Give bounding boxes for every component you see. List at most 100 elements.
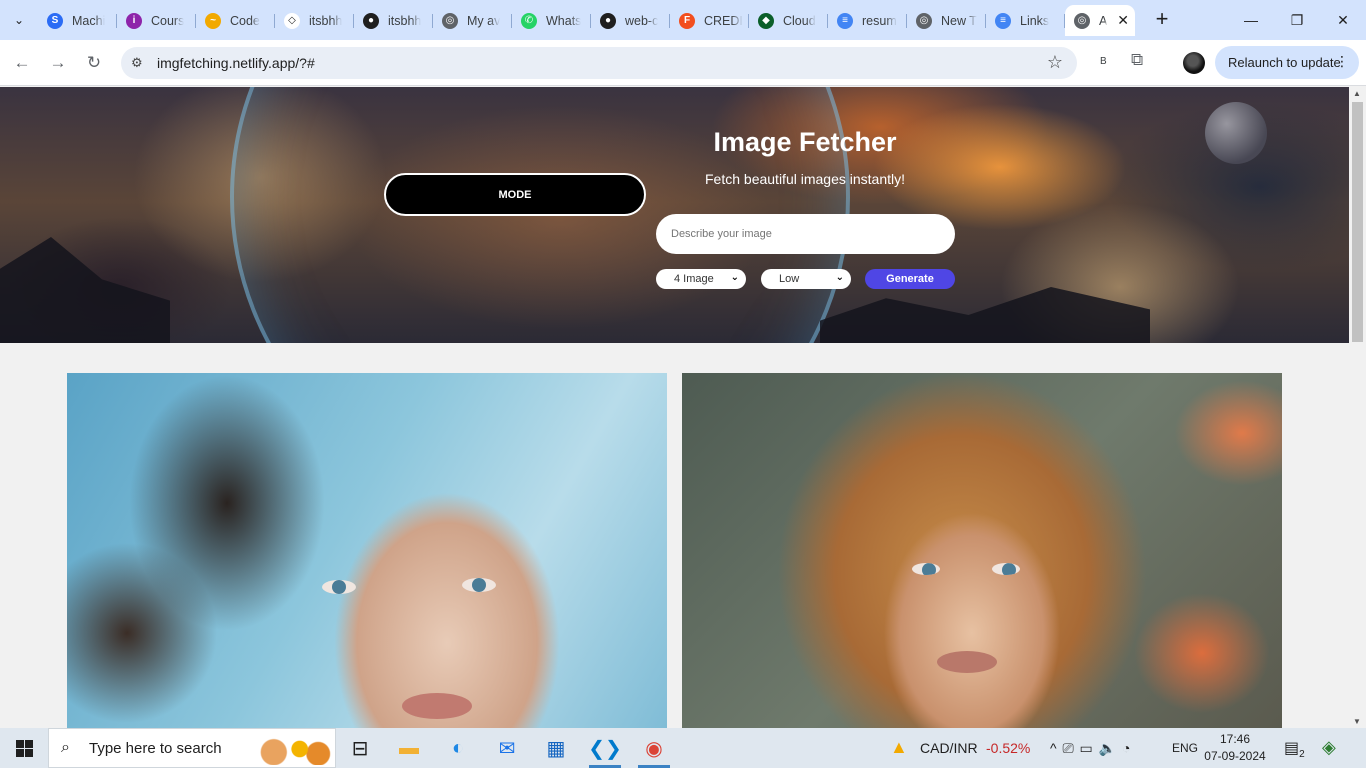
notifications-icon[interactable]: ▤2 [1284, 738, 1305, 760]
tab-search-icon[interactable]: ⌄ [6, 7, 32, 33]
ticker-value[interactable]: -0.52% [986, 740, 1030, 756]
forward-icon[interactable]: → [46, 51, 70, 75]
search-highlight-icon [259, 733, 333, 765]
vscode-icon[interactable]: ❮❯ [581, 728, 629, 768]
tab-strip: ⌄ S Machi i Cours ~ Code ◇ itsbhh ● itsbhh ◎ My av ✆… [0, 0, 1366, 40]
image-count-select[interactable]: 4 Image ⌄ [656, 269, 746, 289]
tab-title: CREDI [704, 13, 743, 28]
browser-tab-active[interactable]: ◎ A ✕ [1065, 5, 1135, 36]
mode-button[interactable]: MODE [384, 173, 646, 216]
browser-tab[interactable]: ● itsbhh [354, 5, 433, 36]
hero-banner: Image Fetcher Fetch beautiful images ins… [0, 87, 1349, 343]
prompt-input[interactable] [656, 214, 955, 254]
close-window-button[interactable]: ✕ [1320, 0, 1366, 40]
site-info-icon[interactable]: ⚙ [131, 55, 143, 71]
file-explorer-icon[interactable]: ▬ [385, 728, 433, 768]
clock[interactable]: 17:46 07-09-2024 [1200, 731, 1270, 765]
relaunch-button[interactable]: Relaunch to update ⋮ [1215, 46, 1359, 79]
address-bar[interactable]: ⚙ imgfetching.netlify.app/?# ☆ [121, 47, 1077, 79]
copilot-icon[interactable]: ◈ [1322, 737, 1336, 758]
page-subtitle: Fetch beautiful images instantly! [705, 171, 905, 187]
browser-tab[interactable]: S Machi [38, 5, 117, 36]
whatsapp-icon: ✆ [521, 12, 537, 29]
scroll-up-icon[interactable]: ▲ [1353, 89, 1361, 98]
browser-tab[interactable]: ● web-c [591, 5, 670, 36]
reload-icon[interactable]: ↻ [82, 51, 106, 75]
browser-tab[interactable]: ≡ resum [828, 5, 907, 36]
relaunch-label: Relaunch to update [1228, 55, 1341, 70]
tab-title: resum [862, 13, 897, 28]
github-icon: ● [363, 12, 379, 29]
edge-icon[interactable]: ◐ [434, 728, 482, 768]
menu-icon[interactable]: ⋮ [1335, 53, 1349, 70]
mongodb-icon: ◆ [758, 12, 774, 29]
browser-toolbar: ← → ↻ ⚙ imgfetching.netlify.app/?# ☆ B ⧉… [0, 40, 1366, 86]
docs-icon: ≡ [995, 12, 1011, 29]
tab-title: itsbhh [309, 13, 343, 28]
extensions-icon[interactable]: ⧉ [1131, 50, 1143, 70]
extension-badge-icon[interactable]: B [1100, 56, 1107, 67]
minimize-button[interactable]: — [1228, 0, 1274, 40]
portrait-eye [322, 580, 356, 594]
browser-tab[interactable]: ◇ itsbhh [275, 5, 354, 36]
profile-avatar[interactable] [1183, 52, 1205, 74]
browser-tab[interactable]: ◎ My av [433, 5, 512, 36]
back-icon[interactable]: ← [10, 51, 34, 75]
rock-decoration [0, 237, 170, 343]
browser-tab[interactable]: ~ Code [196, 5, 275, 36]
browser-tab[interactable]: ✆ Whats [512, 5, 591, 36]
url-text[interactable]: imgfetching.netlify.app/?# [157, 55, 315, 71]
browser-tab[interactable]: ◆ Cloud [749, 5, 828, 36]
tray-icons[interactable]: ^ ⎚ ▭ 🔈 ◔ [1050, 740, 1131, 757]
chrome-icon: ◎ [916, 12, 932, 29]
ticker-label[interactable]: CAD/INR [920, 740, 978, 756]
tab-list: S Machi i Cours ~ Code ◇ itsbhh ● itsbhh ◎ My av ✆ Wh… [38, 5, 1135, 36]
page-scrollbar[interactable]: ▲ ▼ [1349, 87, 1366, 728]
bookmark-star-icon[interactable]: ☆ [1047, 52, 1063, 73]
chevron-down-icon: ⌄ [835, 272, 844, 283]
result-image[interactable] [682, 373, 1282, 728]
clock-time: 17:46 [1219, 732, 1251, 746]
browser-tab[interactable]: i Cours [117, 5, 196, 36]
github-icon: ● [600, 12, 616, 29]
language-indicator[interactable]: ENG [1172, 741, 1198, 755]
weather-ticker-icon: ▲ [890, 737, 908, 757]
codepen-icon: ◇ [284, 12, 300, 29]
s-icon: S [47, 12, 63, 29]
scrollbar-thumb[interactable] [1352, 102, 1363, 342]
maximize-button[interactable]: ❐ [1274, 0, 1320, 40]
close-tab-icon[interactable]: ✕ [1117, 12, 1129, 29]
generate-button[interactable]: Generate [865, 269, 955, 289]
store-icon[interactable]: ▦ [532, 728, 580, 768]
tab-title: Whats [546, 13, 582, 28]
tab-title: New T [941, 13, 977, 28]
scroll-down-icon[interactable]: ▼ [1353, 717, 1361, 726]
notification-count: 2 [1299, 749, 1305, 761]
new-tab-button[interactable]: + [1150, 8, 1174, 32]
task-view-icon[interactable]: ⊟ [336, 728, 384, 768]
result-image[interactable] [67, 373, 667, 728]
quality-select[interactable]: Low ⌄ [761, 269, 851, 289]
portrait-lips [402, 693, 472, 719]
browser-tab[interactable]: ≡ Links [986, 5, 1065, 36]
globe-icon: ◎ [442, 12, 458, 29]
tab-title: Cours [151, 13, 185, 28]
code-icon: ~ [205, 12, 221, 29]
page-viewport: Image Fetcher Fetch beautiful images ins… [0, 87, 1349, 728]
course-icon: i [126, 12, 142, 29]
taskbar-search[interactable]: ⌕ Type here to search [48, 728, 336, 768]
tab-title: Machi [72, 13, 106, 28]
rock-decoration [820, 287, 1150, 343]
windows-icon [15, 739, 33, 757]
mail-icon[interactable]: ✉ [483, 728, 531, 768]
browser-tab[interactable]: ◎ New T [907, 5, 986, 36]
chrome-icon[interactable]: ◉ [630, 728, 678, 768]
globe-icon: ◎ [1074, 12, 1090, 29]
chevron-down-icon: ⌄ [730, 272, 739, 283]
tab-title: My av [467, 13, 501, 28]
tab-title: A [1099, 13, 1108, 28]
start-button[interactable] [0, 728, 48, 768]
tab-title: web-c [625, 13, 659, 28]
image-count-value: 4 Image [674, 273, 714, 285]
browser-tab[interactable]: F CREDI [670, 5, 749, 36]
